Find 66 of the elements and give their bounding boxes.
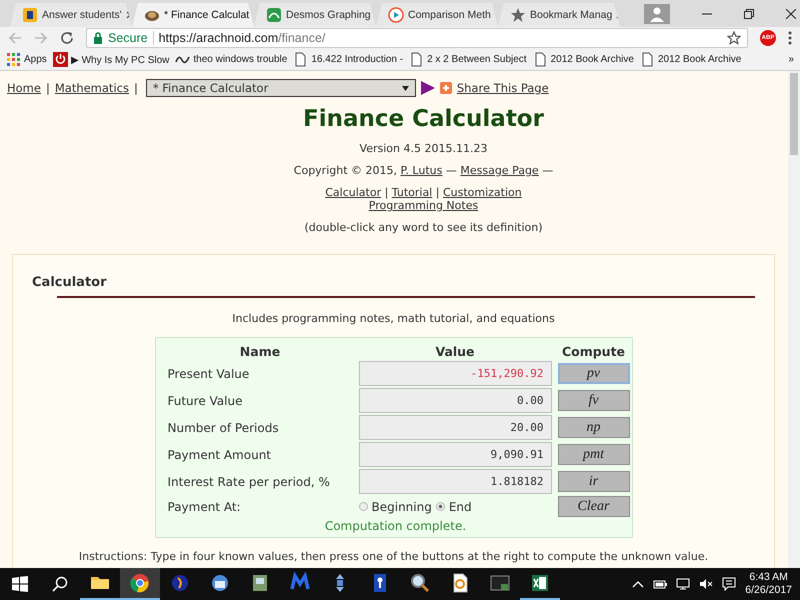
radio-label: Beginning (372, 500, 432, 514)
share-link[interactable]: Share This Page (456, 81, 549, 95)
includes-line: Includes programming notes, math tutorial, and equations (231, 312, 556, 325)
hint-text: (double-click any word to see its definition) (303, 221, 544, 234)
compute-button[interactable]: pv (558, 363, 630, 384)
version-text: Version 4.5 2015.11.23 (358, 142, 488, 155)
page-title: Finance Calculator (302, 106, 545, 132)
field-label: Payment Amount (168, 448, 272, 462)
section-link[interactable]: Programming Notes (368, 199, 478, 212)
separator: | (384, 186, 390, 199)
value-field[interactable]: -151,290.92 (358, 361, 552, 386)
bookmark[interactable]: theo windows trouble (175, 52, 288, 67)
bookmark[interactable]: ▶ Why Is My PC Slow (52, 52, 170, 67)
bookmark[interactable]: 2012 Book Archive (640, 52, 742, 67)
browser-tab[interactable]: Answer students' (10, 3, 132, 27)
compute-button[interactable]: fv (558, 390, 630, 411)
field-label: Number of Periods (168, 420, 280, 434)
nav-link[interactable]: Home (7, 81, 41, 95)
clear-button[interactable]: Clear (558, 496, 630, 517)
browser-tab[interactable]: * Finance Calculat (132, 3, 254, 27)
section-heading: Calculator (32, 275, 108, 292)
bookmark[interactable]: 2012 Book Archive (532, 52, 634, 67)
field-label: Payment At: (168, 500, 242, 514)
compute-button[interactable]: np (558, 417, 630, 438)
value-field[interactable]: 20.00 (358, 415, 552, 440)
field-label: Interest Rate per period, % (168, 474, 331, 488)
section-link[interactable]: Tutorial (392, 186, 432, 199)
field-label: Future Value (168, 394, 244, 408)
bookmark[interactable]: 16.422 Introduction - (293, 52, 404, 67)
browser-tab[interactable]: Bookmark Manag (498, 3, 620, 27)
browser-tab[interactable]: Comparison Meth (376, 3, 498, 27)
copyright-line: Copyright © 2015, P. Lutus — Message Page — (292, 164, 554, 177)
link[interactable]: P. Lutus (400, 164, 442, 177)
column-header: Value (434, 344, 476, 359)
link[interactable]: equations (500, 312, 555, 325)
clock[interactable]: 6:43 AM 6/26/2017 (745, 571, 792, 597)
radio-label: End (448, 500, 472, 514)
value-field[interactable]: 0.00 (358, 388, 552, 413)
bookmark[interactable]: 2 x 2 Between Subject (409, 52, 527, 67)
instructions-text: Instructions: Type in four known values, then press one of the buttons at the right to compute the unknown value. (78, 550, 710, 563)
column-header: Name (238, 344, 282, 359)
clock-time: 6:43 AM (748, 571, 789, 584)
value-field[interactable]: 1.818182 (358, 469, 552, 494)
link[interactable]: programming notes (282, 312, 390, 325)
security-label: Secure (108, 31, 148, 45)
more-bookmarks-button[interactable]: » (788, 54, 794, 65)
compute-button[interactable]: pmt (558, 444, 630, 465)
clock-date: 6/26/2017 (745, 584, 792, 597)
section-link[interactable]: Customization (442, 186, 522, 199)
nav-link[interactable]: Mathematics (54, 81, 129, 95)
separator: | (134, 81, 138, 95)
link[interactable]: Message Page (460, 164, 539, 177)
url-text: https://arachnoid.com/finance/ (158, 31, 326, 45)
status-text: Computation complete. (324, 519, 468, 533)
compute-button[interactable]: ir (558, 471, 630, 492)
browser-tab[interactable]: Desmos Graphing (254, 3, 376, 27)
section-link[interactable]: Calculator (325, 186, 382, 199)
separator: | (434, 186, 440, 199)
field-label: Present Value (168, 366, 250, 380)
separator: | (46, 81, 50, 95)
page-select[interactable]: * Finance Calculator (146, 79, 416, 97)
bookmark[interactable]: Apps (6, 52, 47, 67)
column-header: Compute (560, 344, 626, 359)
link[interactable]: math tutorial (397, 312, 470, 325)
address-bar[interactable]: Secure https://arachnoid.com/finance/ (86, 28, 748, 48)
value-field[interactable]: 9,090.91 (358, 442, 552, 467)
